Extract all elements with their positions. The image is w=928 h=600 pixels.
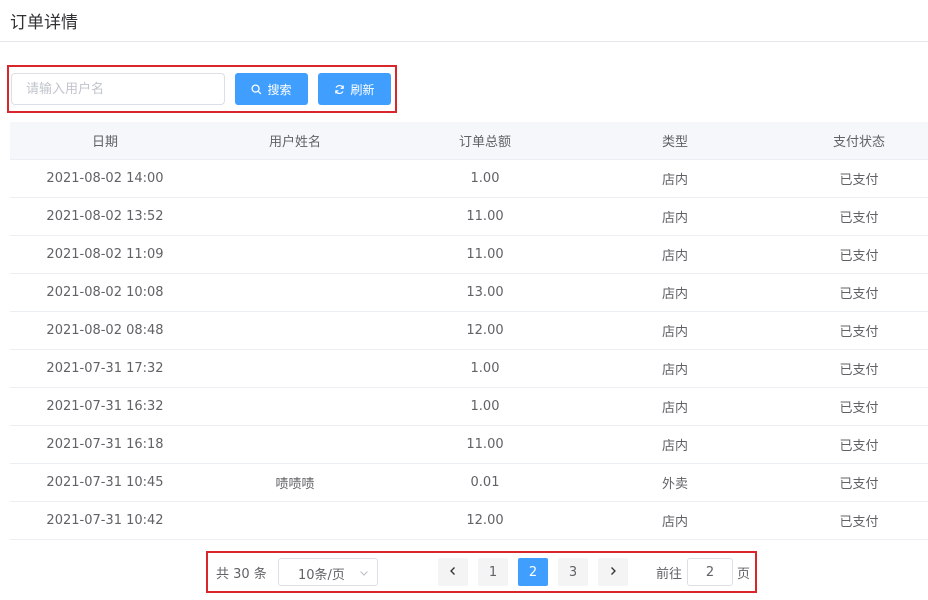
column-header-type: 类型 <box>661 135 688 150</box>
column-header-order-total: 订单总额 <box>458 135 511 150</box>
cell-order-total: 13.00 <box>466 285 504 300</box>
page-size-select[interactable]: 10条/页 <box>278 558 378 586</box>
cell-order-total: 11.00 <box>466 209 504 224</box>
username-search-input[interactable] <box>11 73 225 105</box>
orders-table: 日期 用户姓名 订单总额 类型 支付状态 2021-08-02 14:00 1.… <box>10 122 928 540</box>
table-header: 日期 用户姓名 订单总额 类型 支付状态 <box>10 122 928 160</box>
cell-date: 2021-08-02 14:00 <box>46 171 164 186</box>
column-header-username: 用户姓名 <box>268 135 321 150</box>
cell-payment-status: 已支付 <box>839 401 879 416</box>
cell-payment-status: 已支付 <box>839 249 879 264</box>
cell-payment-status: 已支付 <box>839 477 879 492</box>
refresh-button[interactable]: 刷新 <box>318 73 391 105</box>
cell-payment-status: 已支付 <box>839 211 879 226</box>
page-header: 订单详情 <box>0 0 928 42</box>
cell-type: 店内 <box>661 439 688 454</box>
column-header-payment-status: 支付状态 <box>832 135 885 150</box>
search-button-label: 搜索 <box>267 82 292 97</box>
table-row: 2021-07-31 16:32 1.00 店内 已支付 <box>10 388 928 426</box>
table-row: 2021-08-02 11:09 11.00 店内 已支付 <box>10 236 928 274</box>
cell-payment-status: 已支付 <box>839 439 879 454</box>
cell-type: 店内 <box>661 173 688 188</box>
cell-order-total: 11.00 <box>466 247 504 262</box>
cell-order-total: 11.00 <box>466 437 504 452</box>
table-row: 2021-07-31 16:18 11.00 店内 已支付 <box>10 426 928 464</box>
jump-to-page-label: 前往 <box>656 567 683 582</box>
cell-type: 店内 <box>661 515 688 530</box>
chevron-down-icon <box>359 567 369 582</box>
previous-page-button[interactable] <box>438 558 468 586</box>
cell-type: 店内 <box>661 287 688 302</box>
table-row: 2021-07-31 10:42 12.00 店内 已支付 <box>10 502 928 540</box>
cell-date: 2021-08-02 10:08 <box>46 285 164 300</box>
next-page-button[interactable] <box>598 558 628 586</box>
cell-type: 外卖 <box>661 477 688 492</box>
cell-type: 店内 <box>661 363 688 378</box>
cell-payment-status: 已支付 <box>839 173 879 188</box>
cell-type: 店内 <box>661 401 688 416</box>
jump-to-page-suffix: 页 <box>737 567 751 582</box>
cell-date: 2021-08-02 08:48 <box>46 323 164 338</box>
refresh-icon <box>334 84 345 95</box>
table-row: 2021-07-31 10:45 啧啧啧 0.01 外卖 已支付 <box>10 464 928 502</box>
cell-payment-status: 已支付 <box>839 287 879 302</box>
search-icon <box>251 83 262 95</box>
table-row: 2021-08-02 14:00 1.00 店内 已支付 <box>10 160 928 198</box>
cell-payment-status: 已支付 <box>839 515 879 530</box>
jump-to-page-input[interactable] <box>687 558 733 586</box>
pagination-total: 共 30 条 <box>216 567 267 582</box>
cell-username: 啧啧啧 <box>275 477 315 492</box>
column-header-date: 日期 <box>91 135 118 150</box>
cell-order-total: 0.01 <box>470 475 500 490</box>
cell-type: 店内 <box>661 325 688 340</box>
cell-date: 2021-07-31 10:42 <box>46 513 164 528</box>
cell-date: 2021-07-31 16:32 <box>46 399 164 414</box>
page-title: 订单详情 <box>10 13 78 33</box>
cell-date: 2021-08-02 11:09 <box>46 247 164 262</box>
page-number-button[interactable]: 3 <box>558 558 588 586</box>
cell-date: 2021-07-31 16:18 <box>46 437 164 452</box>
table-row: 2021-08-02 10:08 13.00 店内 已支付 <box>10 274 928 312</box>
cell-order-total: 1.00 <box>470 361 500 376</box>
cell-order-total: 1.00 <box>470 399 500 414</box>
cell-type: 店内 <box>661 211 688 226</box>
page-size-value: 10条/页 <box>298 568 345 583</box>
cell-payment-status: 已支付 <box>839 363 879 378</box>
cell-payment-status: 已支付 <box>839 325 879 340</box>
page-number-button-current[interactable]: 2 <box>518 558 548 586</box>
chevron-right-icon <box>608 565 618 580</box>
table-row: 2021-08-02 13:52 11.00 店内 已支付 <box>10 198 928 236</box>
cell-date: 2021-07-31 10:45 <box>46 475 164 490</box>
search-button[interactable]: 搜索 <box>235 73 308 105</box>
page-number-button[interactable]: 1 <box>478 558 508 586</box>
cell-date: 2021-07-31 17:32 <box>46 361 164 376</box>
cell-order-total: 1.00 <box>470 171 500 186</box>
cell-date: 2021-08-02 13:52 <box>46 209 164 224</box>
table-row: 2021-08-02 08:48 12.00 店内 已支付 <box>10 312 928 350</box>
cell-type: 店内 <box>661 249 688 264</box>
cell-order-total: 12.00 <box>466 323 504 338</box>
cell-order-total: 12.00 <box>466 513 504 528</box>
table-row: 2021-07-31 17:32 1.00 店内 已支付 <box>10 350 928 388</box>
refresh-button-label: 刷新 <box>350 82 375 97</box>
chevron-left-icon <box>448 565 458 580</box>
